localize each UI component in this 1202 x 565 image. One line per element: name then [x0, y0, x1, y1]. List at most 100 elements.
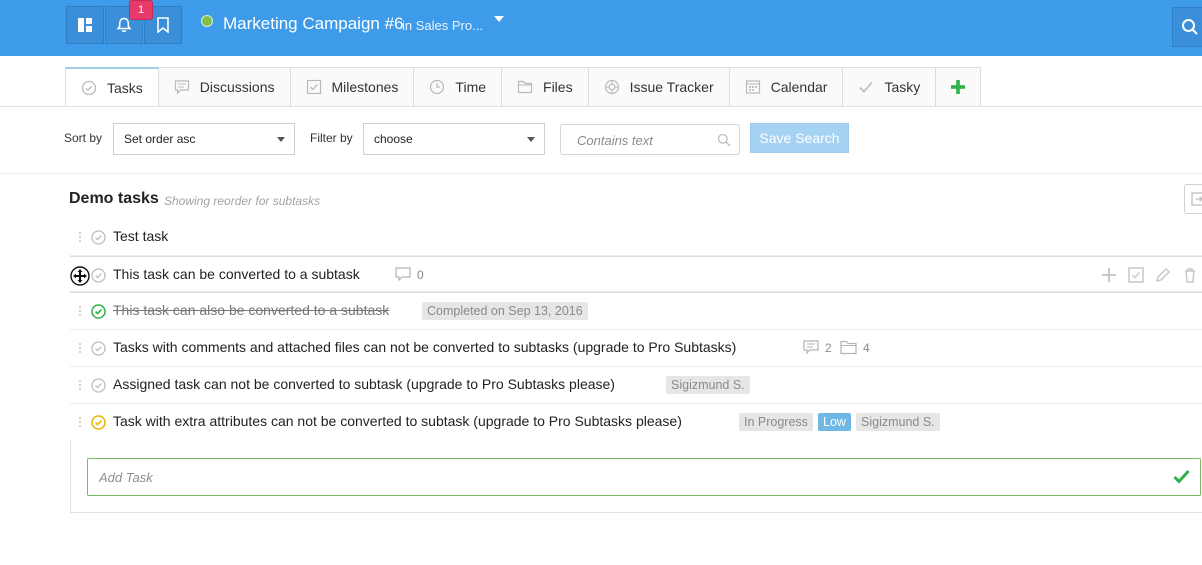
- contains-text-search: [560, 124, 740, 155]
- dashboard-icon: [78, 18, 92, 32]
- task-list-subtitle: Showing reorder for subtasks: [164, 194, 321, 208]
- check-circle-icon: [81, 80, 97, 96]
- status-badge: In Progress: [739, 413, 813, 431]
- filter-divider: [0, 173, 1202, 174]
- task-name[interactable]: This task can also be converted to a sub…: [113, 302, 389, 318]
- tab-issue-tracker[interactable]: Issue Tracker: [588, 67, 730, 107]
- checkmark-icon[interactable]: [1173, 469, 1190, 484]
- drag-handle-icon[interactable]: [78, 379, 83, 392]
- lifebuoy-icon: [604, 79, 620, 95]
- edit-pencil-icon[interactable]: [1155, 267, 1171, 283]
- add-subtask-icon[interactable]: [1101, 267, 1117, 283]
- list-options-button[interactable]: [1184, 184, 1202, 214]
- save-search-button[interactable]: Save Search: [750, 123, 849, 153]
- drag-handle-icon[interactable]: [78, 305, 83, 318]
- files-count[interactable]: 4: [840, 340, 870, 355]
- tab-discussions[interactable]: Discussions: [158, 67, 291, 107]
- priority-badge: Low: [818, 413, 851, 431]
- row-divider: [70, 291, 1202, 292]
- checkmark-icon: [858, 79, 874, 95]
- task-row[interactable]: Assigned task can not be converted to su…: [70, 367, 1202, 404]
- tab-tasky[interactable]: Tasky: [843, 67, 937, 107]
- tab-label: Issue Tracker: [629, 79, 714, 95]
- tab-time[interactable]: Time: [414, 67, 503, 107]
- task-row-actions: [1101, 267, 1198, 283]
- tab-label: Files: [543, 79, 573, 95]
- comments-count[interactable]: 2: [803, 340, 832, 355]
- tab-files[interactable]: Files: [502, 67, 589, 107]
- task-row[interactable]: Test task: [70, 219, 1202, 256]
- project-context[interactable]: in Sales Pro...: [402, 18, 483, 33]
- comments-count-value: 2: [825, 340, 832, 355]
- clock-icon: [429, 79, 445, 95]
- add-task-field: [87, 458, 1201, 496]
- tab-label: Tasks: [107, 79, 143, 96]
- task-name[interactable]: Task with extra attributes can not be co…: [113, 413, 682, 429]
- tab-label: Tasky: [884, 79, 921, 95]
- task-row[interactable]: This task can be converted to a subtask …: [70, 256, 1202, 293]
- tab-calendar[interactable]: Calendar: [729, 67, 844, 107]
- project-dropdown-caret-icon[interactable]: [494, 16, 504, 22]
- global-search-button[interactable]: [1172, 7, 1202, 47]
- task-name[interactable]: Assigned task can not be converted to su…: [113, 376, 615, 392]
- plus-icon: [951, 80, 966, 94]
- tab-tasks[interactable]: Tasks: [65, 67, 159, 107]
- project-status-dot: [201, 15, 213, 27]
- assignee-badge[interactable]: Sigizmund S.: [666, 376, 750, 394]
- task-completed-checkbox[interactable]: [91, 304, 106, 319]
- task-row[interactable]: Task with extra attributes can not be co…: [70, 404, 1202, 441]
- dashboard-button[interactable]: [66, 6, 104, 44]
- sort-select[interactable]: Set order asc: [113, 123, 295, 155]
- tab-milestones[interactable]: Milestones: [290, 67, 415, 107]
- chevron-down-icon: [277, 137, 285, 142]
- bookmark-icon: [157, 17, 169, 33]
- task-complete-checkbox[interactable]: [91, 268, 106, 283]
- comment-icon: [803, 340, 819, 355]
- filter-select-value: choose: [374, 132, 413, 146]
- drag-handle-icon[interactable]: [78, 416, 83, 429]
- comments-count[interactable]: 0: [395, 267, 424, 282]
- project-title[interactable]: Marketing Campaign #6: [223, 14, 403, 34]
- sort-select-value: Set order asc: [124, 132, 196, 146]
- search-icon: [1182, 19, 1198, 35]
- trash-icon[interactable]: [1182, 267, 1198, 283]
- add-task-input[interactable]: [97, 469, 1001, 486]
- notification-count-badge[interactable]: 1: [129, 0, 153, 20]
- drag-handle-icon[interactable]: [78, 231, 83, 244]
- top-navigation-bar: 1 Marketing Campaign #6 in Sales Pro...: [0, 0, 1202, 56]
- task-list-title[interactable]: Demo tasks: [69, 190, 159, 208]
- task-in-progress-checkbox[interactable]: [91, 415, 106, 430]
- completed-date-badge: Completed on Sep 13, 2016: [422, 302, 588, 320]
- filter-by-label: Filter by: [310, 131, 353, 145]
- task-complete-checkbox[interactable]: [91, 230, 106, 245]
- filter-select[interactable]: choose: [363, 123, 545, 155]
- project-tabs: Tasks Discussions Milestones Time Files …: [65, 67, 982, 107]
- task-complete-checkbox[interactable]: [91, 378, 106, 393]
- task-name[interactable]: This task can be converted to a subtask: [113, 266, 360, 282]
- chevron-down-icon: [527, 137, 535, 142]
- drag-handle-icon[interactable]: [78, 342, 83, 355]
- contains-text-input[interactable]: [575, 132, 719, 149]
- sort-by-label: Sort by: [64, 131, 103, 145]
- search-icon[interactable]: [717, 133, 731, 147]
- checkbox-icon[interactable]: [1128, 267, 1144, 283]
- task-row[interactable]: This task can also be converted to a sub…: [70, 293, 1202, 330]
- task-name[interactable]: Tasks with comments and attached files c…: [113, 339, 736, 355]
- files-count-value: 4: [863, 340, 870, 355]
- checkbox-icon: [306, 79, 322, 95]
- export-icon: [1191, 192, 1202, 206]
- folder-icon: [840, 340, 857, 355]
- tab-label: Calendar: [770, 79, 828, 95]
- comment-icon: [395, 267, 411, 282]
- calendar-icon: [745, 79, 761, 95]
- tab-add-new[interactable]: [936, 67, 982, 107]
- move-cursor-icon: [70, 266, 90, 286]
- task-name[interactable]: Test task: [113, 228, 168, 244]
- tab-label: Time: [455, 79, 487, 95]
- task-row[interactable]: Tasks with comments and attached files c…: [70, 330, 1202, 367]
- tabs-divider: [0, 106, 1202, 107]
- tab-label: Discussions: [199, 79, 275, 95]
- tab-label: Milestones: [331, 79, 399, 95]
- assignee-badge[interactable]: Sigizmund S.: [856, 413, 940, 431]
- task-complete-checkbox[interactable]: [91, 341, 106, 356]
